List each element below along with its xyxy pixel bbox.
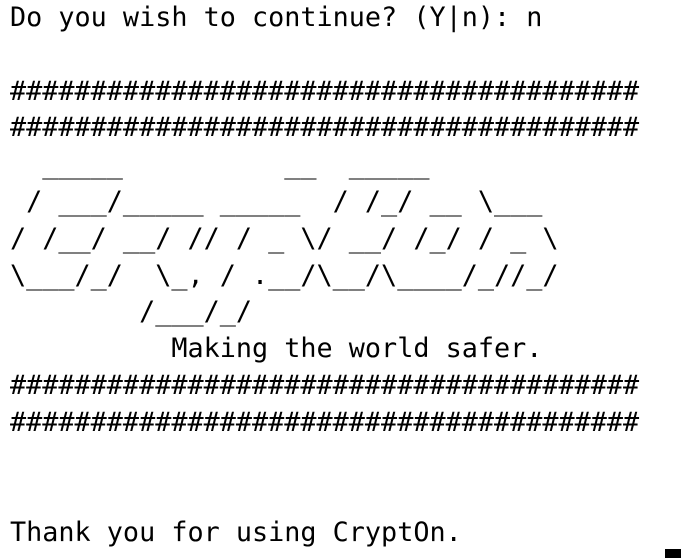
hash-divider-line: ####################################### <box>10 406 640 438</box>
ascii-logo-line: \___/_/ \_, / .__/\__/\____/_//_/ <box>10 259 559 291</box>
tagline: Making the world safer. <box>10 333 543 365</box>
hash-divider-line: ####################################### <box>10 75 640 107</box>
ascii-logo-line: _____ __ _____ <box>10 149 430 181</box>
farewell-message: Thank you for using CryptOn. <box>10 517 462 549</box>
ascii-logo-line: / ___/_____ _____ / /_/ __ \___ <box>10 185 543 217</box>
hash-divider-line: ####################################### <box>10 112 640 144</box>
continue-prompt: Do you wish to continue? (Y|n): n <box>10 2 543 33</box>
terminal-output: Do you wish to continue? (Y|n): n ######… <box>10 0 687 558</box>
text-cursor <box>665 549 681 558</box>
hash-divider-line: ####################################### <box>10 369 640 401</box>
ascii-logo-line: /___/_/ <box>10 296 252 328</box>
ascii-logo-line: / /__/ __/ // / _ \/ __/ /_/ / _ \ <box>10 222 559 254</box>
